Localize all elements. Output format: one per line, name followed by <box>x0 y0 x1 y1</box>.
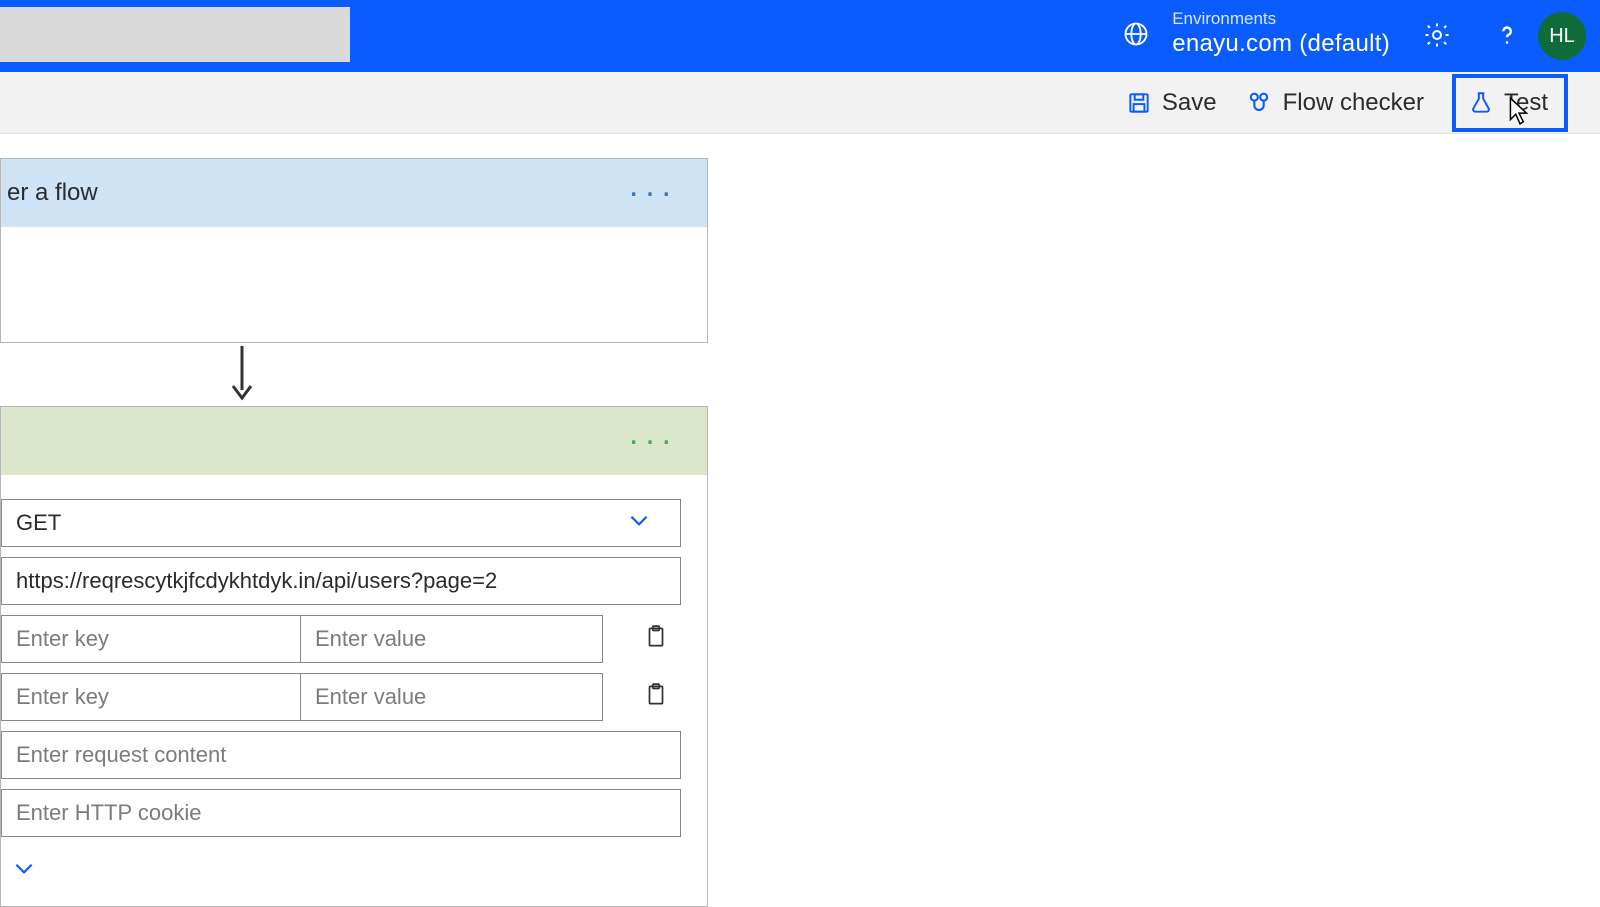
arrow-down-icon <box>230 346 254 402</box>
trigger-title: er a flow <box>7 179 98 207</box>
http-url-value: https://reqrescytkjfcdykhtdyk.in/api/use… <box>16 568 497 594</box>
header-value-input[interactable]: Enter value <box>301 615 603 663</box>
app-header: Environments enayu.com (default) HL <box>0 0 1600 72</box>
help-icon[interactable] <box>1492 20 1522 55</box>
environment-label: Environments <box>1172 8 1390 29</box>
flow-checker-label: Flow checker <box>1283 89 1424 117</box>
environment-text: Environments enayu.com (default) <box>1172 8 1390 59</box>
http-card-header[interactable]: ··· <box>1 407 707 475</box>
http-url-input[interactable]: https://reqrescytkjfcdykhtdyk.in/api/use… <box>1 557 681 605</box>
header-row: Enter key Enter value <box>1 615 687 663</box>
ellipsis-icon[interactable]: ··· <box>628 174 677 213</box>
flow-checker-button[interactable]: Flow checker <box>1245 89 1424 117</box>
globe-icon <box>1122 20 1150 53</box>
header-key-input[interactable]: Enter key <box>1 673 301 721</box>
http-cookie-input[interactable]: Enter HTTP cookie <box>1 789 681 837</box>
avatar-initials: HL <box>1549 25 1575 48</box>
action-bar: Save Flow checker Test <box>0 72 1600 134</box>
trigger-card[interactable]: er a flow ··· <box>0 158 708 343</box>
clipboard-icon[interactable] <box>643 624 669 655</box>
clipboard-icon[interactable] <box>643 682 669 713</box>
flow-canvas: er a flow ··· ··· GET https://reqrescytk… <box>0 134 1600 900</box>
save-button[interactable]: Save <box>1126 89 1217 117</box>
header-value-input[interactable]: Enter value <box>301 673 603 721</box>
avatar[interactable]: HL <box>1538 12 1586 60</box>
search-input[interactable] <box>0 7 350 62</box>
http-body-input[interactable]: Enter request content <box>1 731 681 779</box>
environment-picker[interactable]: Environments enayu.com (default) <box>1122 8 1390 59</box>
chevron-down-icon <box>626 507 652 539</box>
http-action-card[interactable]: ··· GET https://reqrescytkjfcdykhtdyk.in… <box>0 406 708 907</box>
gear-icon[interactable] <box>1422 20 1452 55</box>
save-label: Save <box>1162 89 1217 117</box>
http-method-select[interactable]: GET <box>1 499 681 547</box>
environment-name: enayu.com (default) <box>1172 29 1390 59</box>
cursor-icon <box>1508 96 1530 126</box>
ellipsis-icon[interactable]: ··· <box>628 422 677 461</box>
trigger-card-header[interactable]: er a flow ··· <box>1 159 707 227</box>
header-key-input[interactable]: Enter key <box>1 615 301 663</box>
http-form: GET https://reqrescytkjfcdykhtdyk.in/api… <box>1 475 707 886</box>
header-row: Enter key Enter value <box>1 673 687 721</box>
http-method-value: GET <box>16 510 61 536</box>
expand-advanced-button[interactable] <box>11 855 687 886</box>
